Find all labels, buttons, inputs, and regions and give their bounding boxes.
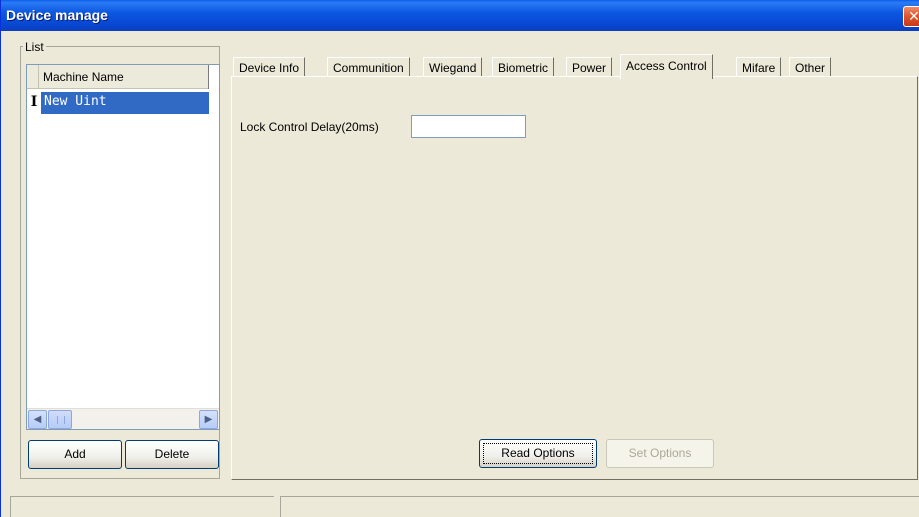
tab-biometric[interactable]: Biometric [492, 57, 555, 78]
tab-device-info[interactable]: Device Info [233, 57, 306, 78]
scroll-right-icon[interactable]: ▶ [199, 410, 218, 429]
lock-control-delay-label: Lock Control Delay(20ms) [240, 120, 379, 134]
tab-other[interactable]: Other [789, 57, 832, 78]
header-marker-column[interactable] [27, 65, 39, 89]
tab-communition[interactable]: Communition [327, 57, 410, 78]
machine-name-cell[interactable]: New Uint [41, 92, 209, 114]
list-group-label: List [23, 40, 46, 54]
tab-access-control[interactable]: Access Control [620, 54, 713, 79]
status-pane-right [280, 496, 919, 517]
access-control-panel [231, 76, 918, 480]
tab-mifare[interactable]: Mifare [736, 57, 782, 78]
close-icon[interactable]: ✕ [903, 6, 919, 27]
machine-list[interactable]: Machine Name I New Uint ◀ ▶ [26, 64, 220, 430]
delete-button[interactable]: Delete [125, 440, 219, 469]
tab-strip: Device Info Communition Wiegand Biometri… [233, 54, 853, 79]
lock-control-delay-input[interactable] [411, 115, 526, 138]
grip-icon [57, 416, 65, 424]
window-title: Device manage [6, 7, 108, 23]
title-bar[interactable]: Device manage ✕ [1, 0, 919, 31]
status-pane-left [10, 496, 274, 517]
row-marker: I [30, 94, 38, 110]
tab-power[interactable]: Power [566, 57, 613, 78]
list-header: Machine Name [27, 65, 209, 89]
scroll-left-icon[interactable]: ◀ [28, 410, 47, 429]
horizontal-scrollbar[interactable]: ◀ ▶ [27, 408, 219, 429]
column-header-machine-name[interactable]: Machine Name [39, 65, 209, 89]
set-options-button[interactable]: Set Options [606, 439, 714, 468]
read-options-button[interactable]: Read Options [479, 439, 597, 468]
tab-wiegand[interactable]: Wiegand [423, 57, 483, 78]
device-manage-window: Device manage ✕ List Machine Name I New … [0, 0, 919, 517]
scroll-thumb[interactable] [48, 410, 72, 429]
list-item[interactable]: I New Uint [27, 92, 209, 114]
add-button[interactable]: Add [28, 440, 122, 469]
status-bar [10, 496, 919, 517]
